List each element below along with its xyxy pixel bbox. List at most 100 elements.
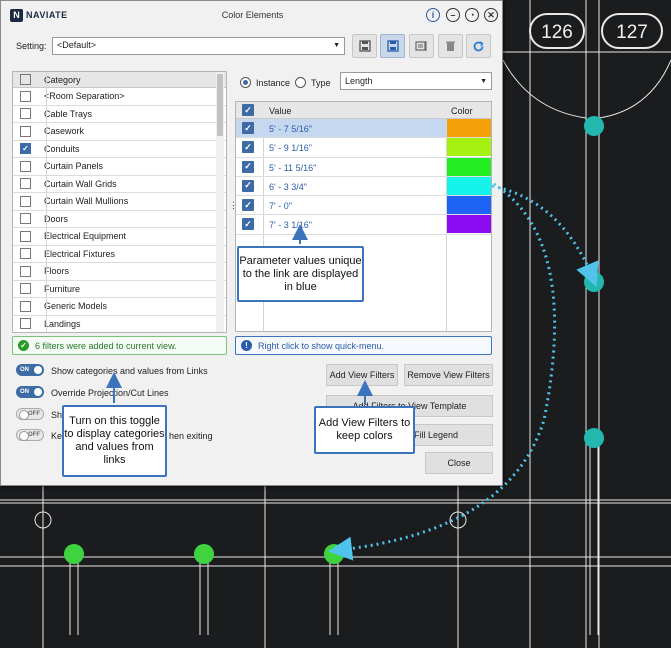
close-icon[interactable]: ✕ — [484, 8, 498, 22]
parameter-value: Length — [345, 76, 373, 86]
color-swatch[interactable] — [447, 196, 491, 215]
color-swatch[interactable] — [447, 138, 491, 157]
category-checkbox[interactable] — [20, 318, 31, 330]
instance-radio[interactable] — [240, 77, 251, 88]
value-checkbox[interactable]: ✓ — [242, 199, 254, 212]
category-checkbox[interactable]: ✓ — [20, 143, 31, 155]
category-row[interactable]: Electrical Equipment — [13, 228, 226, 246]
override-lines-toggle[interactable]: ON — [16, 386, 44, 398]
third-option-toggle[interactable]: OFF — [16, 408, 44, 420]
category-row[interactable]: Doors — [13, 211, 226, 228]
category-row[interactable]: Floors — [13, 263, 226, 281]
value-checkbox[interactable]: ✓ — [242, 141, 254, 154]
show-links-toggle[interactable]: ON — [16, 364, 44, 376]
value-checkbox[interactable]: ✓ — [242, 218, 254, 231]
value-row[interactable]: ✓ 5' - 11 5/16" — [236, 157, 491, 177]
color-swatch[interactable] — [447, 176, 491, 195]
category-checkbox[interactable] — [20, 248, 31, 260]
refresh-icon — [473, 40, 484, 51]
override-lines-label: Override Projection/Cut Lines — [51, 388, 169, 398]
category-checkbox[interactable] — [20, 300, 31, 312]
keep-option-label-tail: hen exiting — [169, 431, 213, 441]
category-checkbox[interactable] — [20, 178, 31, 190]
category-checkbox[interactable] — [20, 213, 31, 225]
value-row[interactable]: ✓ 6' - 3 3/4" — [236, 176, 491, 197]
color-swatch[interactable] — [447, 157, 491, 176]
save-icon — [358, 40, 371, 52]
grid-tag-126-label: 126 — [541, 22, 573, 43]
setting-value: <Default> — [57, 40, 97, 50]
minimize-icon[interactable]: – — [446, 8, 460, 22]
values-header-row[interactable]: ✓ Value Color — [236, 102, 491, 119]
info-icon[interactable]: i — [426, 8, 440, 22]
category-label: <Room Separation> — [44, 91, 125, 102]
parameter-dropdown[interactable]: Length ▼ — [340, 72, 492, 90]
toggle-state: ON — [20, 389, 29, 395]
category-row[interactable]: Landings — [13, 316, 226, 333]
category-checkbox[interactable] — [20, 195, 31, 207]
rename-icon — [415, 41, 427, 51]
category-checkbox[interactable] — [20, 125, 31, 137]
category-row[interactable]: Cable Trays — [13, 106, 226, 123]
delete-button[interactable] — [438, 34, 463, 58]
value-row[interactable]: ✓ 5' - 9 1/16" — [236, 138, 491, 158]
value-checkbox[interactable]: ✓ — [242, 122, 254, 134]
category-label: Landings — [44, 318, 81, 329]
scrollbar-thumb[interactable] — [217, 74, 223, 136]
category-row[interactable]: Electrical Fixtures — [13, 246, 226, 263]
category-checkbox[interactable] — [20, 283, 31, 295]
value-row[interactable]: ✓ 7' - 0" — [236, 196, 491, 216]
toggle-state: ON — [20, 367, 29, 373]
category-checkbox[interactable] — [20, 230, 31, 242]
pin-icon[interactable]: ◔ — [465, 8, 479, 22]
save-as-button[interactable] — [380, 34, 405, 58]
category-header-row[interactable]: Category — [13, 72, 226, 88]
keep-option-toggle[interactable]: OFF — [16, 429, 44, 441]
value-row[interactable]: ✓ 5' - 7 5/16" — [236, 119, 491, 139]
refresh-button[interactable] — [466, 34, 491, 58]
category-row[interactable]: Furniture — [13, 281, 226, 298]
category-checkbox[interactable] — [20, 265, 31, 277]
title-bar[interactable]: N NAVIATE Color Elements i – ◔ ✕ — [1, 1, 504, 29]
column-divider — [46, 72, 47, 332]
remove-view-filters-button[interactable]: Remove View Filters — [404, 364, 493, 386]
category-label: Electrical Fixtures — [44, 248, 116, 259]
info-icon: ! — [241, 340, 252, 351]
category-checkbox[interactable] — [20, 108, 31, 120]
value-text: 6' - 3 3/4" — [269, 181, 307, 192]
rename-button[interactable] — [409, 34, 434, 58]
category-label: Doors — [44, 213, 69, 224]
category-scrollbar[interactable] — [216, 72, 224, 332]
conduit-node-green — [64, 544, 84, 564]
value-text: 5' - 9 1/16" — [269, 143, 312, 154]
info-text: Right click to show quick-menu. — [258, 340, 385, 351]
color-swatch[interactable] — [447, 215, 491, 234]
conduit-node-green — [324, 544, 344, 564]
callout-add-filters: Add View Filters to keep colors — [314, 406, 415, 454]
save-button[interactable] — [352, 34, 377, 58]
category-checkbox[interactable] — [20, 90, 31, 102]
value-checkbox[interactable]: ✓ — [242, 160, 254, 173]
category-row[interactable]: Casework — [13, 123, 226, 141]
setting-dropdown[interactable]: <Default> ▼ — [52, 37, 345, 55]
category-row[interactable]: Generic Models — [13, 298, 226, 316]
category-row[interactable]: Curtain Wall Grids — [13, 176, 226, 193]
color-swatch[interactable] — [447, 119, 491, 137]
add-view-filters-button[interactable]: Add View Filters — [326, 364, 398, 386]
category-row[interactable]: Curtain Wall Mullions — [13, 193, 226, 211]
callout-parameter-values: Parameter values unique to the link are … — [237, 246, 364, 302]
close-button[interactable]: Close — [425, 452, 493, 474]
category-label: Floors — [44, 266, 70, 277]
value-checkbox[interactable]: ✓ — [242, 179, 254, 192]
category-row[interactable]: Curtain Panels — [13, 158, 226, 176]
value-row[interactable]: ✓ 7' - 3 1/16" — [236, 215, 491, 235]
select-all-values-checkbox[interactable]: ✓ — [242, 104, 254, 116]
type-radio[interactable] — [295, 77, 306, 88]
category-label: Casework — [44, 126, 85, 137]
select-all-checkbox[interactable] — [20, 74, 31, 85]
category-checkbox[interactable] — [20, 160, 31, 172]
category-label: Curtain Panels — [44, 161, 104, 172]
category-row[interactable]: ✓ Conduits — [13, 141, 226, 158]
category-row[interactable]: <Room Separation> — [13, 88, 226, 106]
category-list[interactable]: Category <Room Separation> Cable Trays Cas… — [12, 71, 227, 333]
